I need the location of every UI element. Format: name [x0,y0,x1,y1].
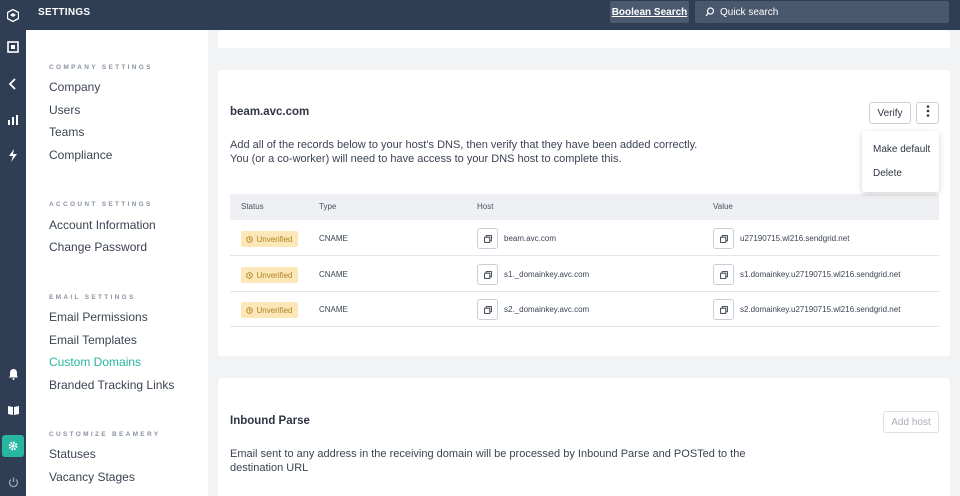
add-host-button[interactable]: Add host [883,411,939,433]
column-value: Value [713,202,733,211]
status-badge: Unverified [241,267,298,283]
activity-icon[interactable] [0,142,26,168]
record-host: s2._domainkey.avc.com [504,305,590,314]
book-icon[interactable] [0,397,26,423]
copy-host-button[interactable] [477,228,498,249]
icon-rail [0,30,26,496]
power-icon[interactable] [0,469,26,495]
collapse-icon[interactable] [0,71,26,97]
nav-section-company: COMPANY SETTINGS [49,64,153,71]
nav-item-branded-tracking-links[interactable]: Branded Tracking Links [49,378,174,392]
copy-icon [483,266,492,284]
nav-item-change-password[interactable]: Change Password [49,240,147,254]
clock-icon [246,271,254,279]
nav-item-users[interactable]: Users [49,103,80,117]
boolean-search-button[interactable]: Boolean Search [610,1,689,23]
settings-icon[interactable] [2,435,24,457]
inbound-parse-title: Inbound Parse [230,415,310,427]
table-row: Unverified CNAME beam.avc.com u27190715.… [230,221,939,256]
dashboard-icon[interactable] [0,34,26,60]
column-status: Status [241,202,264,211]
copy-value-button[interactable] [713,264,734,285]
copy-icon [719,301,728,319]
nav-item-company[interactable]: Company [49,80,100,94]
clock-icon [246,235,254,243]
nav-item-statuses[interactable]: Statuses [49,447,96,461]
status-badge: Unverified [241,302,298,318]
nav-item-email-templates[interactable]: Email Templates [49,333,137,347]
previous-card [218,30,950,48]
status-text: Unverified [256,305,293,315]
page-title: SETTINGS [38,7,91,18]
quick-search-input[interactable]: Quick search [695,1,949,23]
more-vertical-icon [926,104,930,122]
copy-host-button[interactable] [477,299,498,320]
nav-item-vacancy-stages[interactable]: Vacancy Stages [49,470,135,484]
copy-icon [719,230,728,248]
record-host: s1._domainkey.avc.com [504,270,590,279]
search-icon [705,7,715,17]
nav-section-email: EMAIL SETTINGS [49,294,136,301]
clock-icon [246,306,254,314]
menu-item-delete[interactable]: Delete [873,168,902,179]
record-value: u27190715.wl216.sendgrid.net [740,234,850,243]
copy-icon [483,230,492,248]
column-type: Type [319,202,337,211]
status-badge: Unverified [241,231,298,247]
inbound-parse-description: Email sent to any address in the receivi… [230,448,746,474]
top-bar: SETTINGS Boolean Search Quick search [0,0,960,30]
copy-host-button[interactable] [477,264,498,285]
verify-button[interactable]: Verify [869,102,911,124]
table-row: Unverified CNAME s2._domainkey.avc.com s… [230,292,939,327]
nav-item-account-information[interactable]: Account Information [49,218,156,232]
table-row: Unverified CNAME s1._domainkey.avc.com s… [230,257,939,292]
nav-section-customize: CUSTOMIZE BEAMERY [49,431,161,438]
column-host: Host [477,202,494,211]
domain-description-line-1: Add all of the records below to your hos… [230,139,698,151]
nav-item-custom-domains[interactable]: Custom Domains [49,355,141,369]
domain-name: beam.avc.com [230,106,310,118]
record-value: s2.domainkey.u27190715.wl216.sendgrid.ne… [740,305,901,314]
nav-item-email-permissions[interactable]: Email Permissions [49,310,148,324]
copy-value-button[interactable] [713,228,734,249]
logo-icon[interactable] [0,0,26,30]
record-type: CNAME [319,305,348,314]
more-options-button[interactable] [916,102,939,124]
nav-item-compliance[interactable]: Compliance [49,148,112,162]
domain-description-line-2: You (or a co-worker) will need to have a… [230,153,622,165]
copy-icon [719,266,728,284]
nav-item-teams[interactable]: Teams [49,125,84,139]
domain-card: beam.avc.com Verify Add all of the recor… [218,70,950,356]
record-value: s1.domainkey.u27190715.wl216.sendgrid.ne… [740,270,901,279]
settings-nav: COMPANY SETTINGS Company Users Teams Com… [26,30,208,496]
nav-section-account: ACCOUNT SETTINGS [49,201,153,208]
inbound-parse-card: Inbound Parse Add host Email sent to any… [218,378,950,496]
menu-item-make-default[interactable]: Make default [873,144,930,155]
record-host: beam.avc.com [504,234,557,243]
copy-value-button[interactable] [713,299,734,320]
domain-description: Add all of the records below to your hos… [230,138,750,166]
status-text: Unverified [256,270,293,280]
quick-search-placeholder: Quick search [720,6,779,18]
record-type: CNAME [319,270,348,279]
notifications-icon[interactable] [0,361,26,387]
records-table-header: Status Type Host Value [230,194,939,220]
copy-icon [483,301,492,319]
record-type: CNAME [319,234,348,243]
domain-options-menu: Make default Delete [862,131,939,192]
status-text: Unverified [256,234,293,244]
stats-icon[interactable] [0,107,26,133]
